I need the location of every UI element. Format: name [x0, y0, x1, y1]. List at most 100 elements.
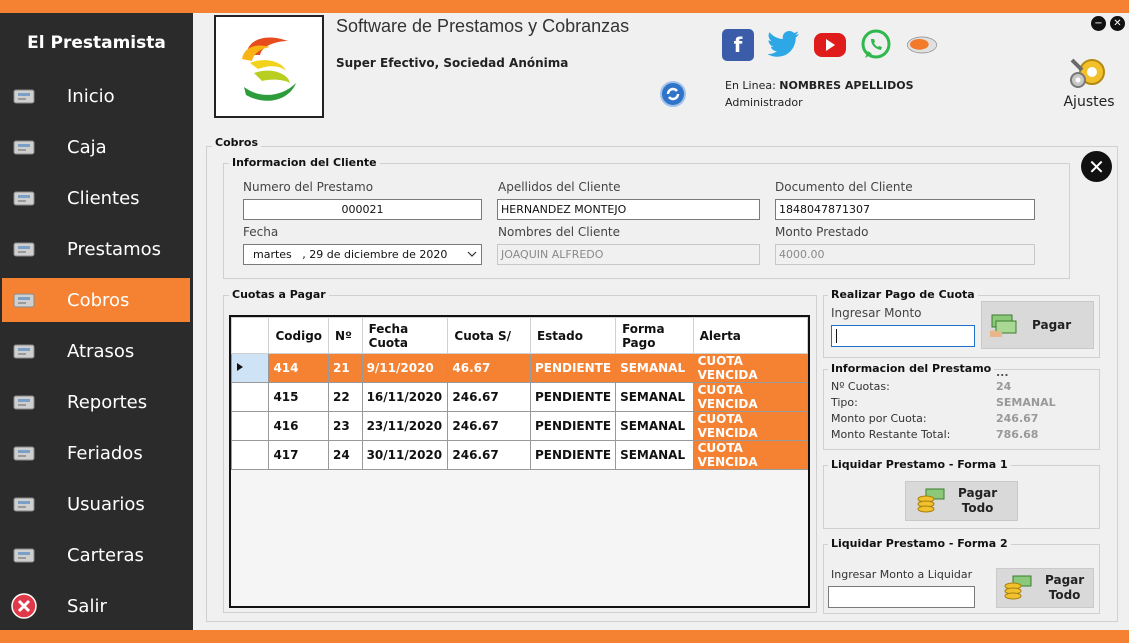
app-title: Software de Prestamos y Cobranzas — [336, 16, 630, 36]
table-cell: 23 — [328, 411, 363, 441]
sidebar-item-feriados[interactable]: Feriados — [2, 431, 190, 475]
column-header[interactable]: Nº — [328, 317, 363, 354]
date-picker[interactable]: martes , 29 de diciembre de 2020 — [243, 244, 482, 265]
table-row[interactable]: 414 21 9/11/2020 46.67 PENDIENTE SEMANAL CUOTA… — [230, 353, 809, 383]
sidebar-item-salir[interactable]: Salir — [2, 584, 190, 628]
pay-all-label-2a: Pagar — [1045, 573, 1085, 587]
row-header[interactable] — [230, 382, 270, 412]
settle-form2-legend: Liquidar Prestamo - Forma 2 — [828, 537, 1011, 550]
row-header[interactable] — [230, 411, 270, 441]
refresh-icon[interactable] — [660, 81, 686, 107]
settings-button[interactable]: Ajustes — [1060, 52, 1118, 110]
sidebar-item-label: Cobros — [67, 289, 130, 311]
sidebar-item-label: Clientes — [67, 187, 140, 209]
online-status: En Linea: NOMBRES APELLIDOS — [725, 79, 914, 92]
pay-all-label-1b: Todo — [961, 501, 994, 515]
sidebar-item-prestamos[interactable]: Prestamos — [2, 227, 190, 271]
table-cell: PENDIENTE — [529, 382, 617, 412]
column-header[interactable]: Forma Pago — [615, 317, 694, 354]
twitter-icon[interactable] — [768, 29, 800, 61]
calendar-icon — [10, 441, 38, 465]
pay-all-button-2[interactable]: Pagar Todo — [996, 568, 1094, 608]
table-cell: 22 — [328, 382, 363, 412]
sidebar-item-caja[interactable]: Caja — [2, 125, 190, 169]
loan-number-label: Numero del Prestamo — [243, 180, 374, 194]
amount-input[interactable] — [831, 325, 975, 347]
whatsapp-icon[interactable] — [860, 29, 892, 61]
table-cell: PENDIENTE — [529, 440, 617, 470]
installments-table[interactable]: Codigo Nº Fecha Cuota Cuota S/Estado Forma P… — [229, 315, 810, 608]
table-cell: 9/11/2020 — [361, 353, 449, 383]
table-row[interactable]: 415 22 16/11/2020 246.67 PENDIENTE SEMANAL CUO… — [230, 382, 809, 412]
social-links: f — [722, 29, 938, 61]
table-cell: 21 — [328, 353, 363, 383]
remaining-total-value: 786.68 — [996, 428, 1039, 441]
close-window-icon[interactable]: ✕ — [1110, 16, 1125, 31]
client-lastname-field[interactable]: HERNANDEZ MONTEJO — [497, 199, 760, 220]
table-cell: CUOTA VENCIDA — [692, 382, 809, 412]
remaining-total-label: Monto Restante Total: — [831, 428, 951, 441]
row-header[interactable] — [230, 353, 270, 383]
app-window: El Prestamista Inicio Caja Clientes Prestam… — [0, 0, 1129, 643]
column-header[interactable]: Cuota S/ — [447, 317, 531, 354]
gear-icon — [1068, 52, 1110, 92]
table-cell: PENDIENTE — [529, 411, 617, 441]
sidebar-item-label: Salir — [67, 595, 107, 617]
settle-amount-input[interactable] — [828, 586, 975, 608]
sidebar-item-atrasos[interactable]: Atrasos — [2, 329, 190, 373]
table-cell: SEMANAL — [615, 440, 694, 470]
close-panel-button[interactable]: ✕ — [1081, 151, 1112, 182]
pay-button-label: Pagar — [1032, 318, 1072, 332]
money-hand-icon — [10, 237, 38, 261]
table-row[interactable]: 416 23 23/11/2020 246.67 PENDIENTE SEMANAL CUO… — [230, 411, 809, 441]
sidebar-item-usuarios[interactable]: Usuarios — [2, 482, 190, 526]
column-header[interactable]: Fecha Cuota — [361, 317, 449, 354]
client-document-field[interactable]: 1848047871307 — [775, 199, 1035, 220]
facebook-icon[interactable]: f — [722, 29, 754, 61]
sidebar-item-cobros[interactable]: Cobros — [2, 278, 190, 322]
column-header[interactable]: Alerta — [692, 317, 809, 354]
sidebar-item-label: Prestamos — [67, 238, 162, 260]
window-controls: − ✕ — [1091, 16, 1125, 31]
loan-amount-label: Monto Prestado — [775, 225, 869, 239]
sidebar-item-carteras[interactable]: Carteras — [2, 533, 190, 577]
table-cell: 414 — [268, 353, 330, 383]
loan-number-field[interactable]: 000021 — [243, 199, 482, 220]
settings-label: Ajustes — [1063, 94, 1115, 110]
sidebar-item-clientes[interactable]: Clientes — [2, 176, 190, 220]
date-label: Fecha — [243, 225, 279, 239]
installment-amount-value: 246.67 — [996, 412, 1039, 425]
pay-all-button-1[interactable]: Pagar Todo — [905, 481, 1018, 521]
column-header[interactable]: Codigo — [268, 317, 330, 354]
loan-info-ellipsis: ... — [996, 366, 1009, 379]
client-lastname-label: Apellidos del Cliente — [498, 180, 621, 194]
column-header[interactable]: Estado — [529, 317, 617, 354]
date-value: martes , 29 de diciembre de 2020 — [253, 248, 448, 261]
table-cell: CUOTA VENCIDA — [692, 411, 809, 441]
coins-icon — [916, 487, 946, 516]
cash-register-icon — [10, 135, 38, 159]
table-row[interactable]: 417 24 30/11/2020 246.67 PENDIENTE SEMANAL CUO… — [230, 440, 809, 470]
type-value: SEMANAL — [996, 396, 1056, 409]
mouse-icon[interactable] — [906, 29, 938, 61]
minimize-icon[interactable]: − — [1091, 16, 1106, 31]
table-cell: 246.67 — [447, 411, 531, 441]
table-cell: SEMANAL — [615, 353, 694, 383]
row-header[interactable] — [230, 440, 270, 470]
chevron-down-icon[interactable] — [467, 248, 477, 263]
pay-button[interactable]: Pagar — [981, 301, 1094, 349]
table-cell: 246.67 — [447, 440, 531, 470]
type-label: Tipo: — [831, 396, 858, 409]
sidebar-item-reportes[interactable]: Reportes — [2, 380, 190, 424]
youtube-icon[interactable] — [814, 33, 846, 57]
sidebar-item-label: Inicio — [67, 85, 115, 107]
table-cell: SEMANAL — [615, 411, 694, 441]
table-cell: 416 — [268, 411, 330, 441]
sidebar-item-inicio[interactable]: Inicio — [2, 74, 190, 118]
table-cell: SEMANAL — [615, 382, 694, 412]
report-icon — [10, 390, 38, 414]
client-info-legend: Informacion del Cliente — [229, 156, 380, 169]
online-user: NOMBRES APELLIDOS — [779, 79, 914, 92]
sidebar-item-label: Caja — [67, 136, 107, 158]
loan-amount-field: 4000.00 — [775, 244, 1035, 265]
